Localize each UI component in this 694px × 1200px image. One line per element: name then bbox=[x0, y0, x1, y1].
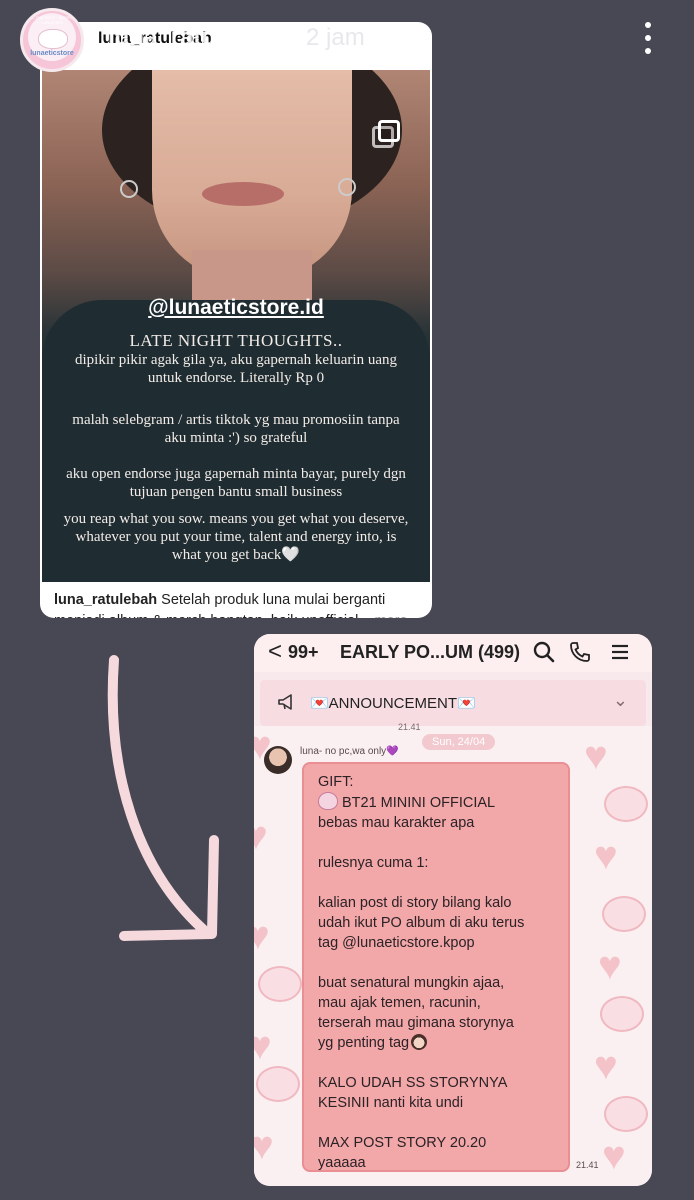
post-paragraph-4: you reap what you sow. means you get wha… bbox=[63, 511, 409, 563]
caption-username: luna_ratulebah bbox=[54, 592, 158, 608]
post-paragraph-2: malah selebgram / artis tiktok yg mau pr… bbox=[72, 412, 400, 446]
post-photo: @lunaeticstore.id LATE NIGHT THOUGHTS.. … bbox=[42, 70, 430, 582]
message-line bbox=[318, 873, 562, 893]
girl-emoji-icon bbox=[411, 1034, 428, 1050]
chat-screenshot: < 99+ EARLY PO...UM (499) ♥ ♥ ♥ ♥ ♥ ♥ ♥ … bbox=[254, 634, 652, 1186]
message-time: 21.41 bbox=[398, 722, 421, 732]
back-icon[interactable]: < bbox=[268, 638, 282, 666]
unread-count: 99+ bbox=[288, 642, 319, 662]
message-line: yaaaaa bbox=[318, 1155, 366, 1171]
message-line: kalian post di story bilang kalo bbox=[318, 895, 512, 911]
announcement-text: 💌ANNOUNCEMENT💌 bbox=[310, 695, 476, 712]
caption-more-link[interactable]: more bbox=[375, 613, 408, 618]
message-line: KALO UDAH SS STORYNYA bbox=[318, 1075, 508, 1091]
date-chip: Sun, 24/04 bbox=[422, 734, 496, 750]
phone-icon[interactable] bbox=[568, 640, 592, 664]
message-line: udah ikut PO album di aku terus bbox=[318, 915, 525, 931]
message-line: yg penting tag bbox=[318, 1033, 562, 1053]
message-line bbox=[318, 1113, 562, 1133]
message-line: MAX POST STORY 20.20 bbox=[318, 1135, 487, 1151]
megaphone-icon bbox=[278, 694, 292, 710]
menu-icon[interactable] bbox=[608, 640, 632, 664]
post-mention[interactable]: @lunaeticstore.id bbox=[42, 296, 430, 320]
chat-header: < 99+ EARLY PO...UM (499) bbox=[254, 634, 652, 672]
message-line: KESINII nanti kita undi bbox=[318, 1095, 464, 1111]
post-title-line: LATE NIGHT THOUGHTS.. bbox=[129, 331, 343, 350]
sender-avatar[interactable] bbox=[264, 746, 292, 774]
message-text: GIFT: BT21 MININI OFFICIAL bebas mau karak… bbox=[318, 772, 562, 1173]
post-paragraph-1: dipikir pikir agak gila ya, aku gapernah… bbox=[75, 352, 397, 386]
story-time: 2 jam bbox=[306, 24, 365, 51]
message-line bbox=[318, 953, 562, 973]
story-avatar[interactable]: SPILL THE FACT · SUPPORT · LUNAEVER luna… bbox=[20, 8, 84, 72]
message-time: 21.41 bbox=[576, 1160, 599, 1170]
search-icon[interactable] bbox=[532, 640, 556, 664]
bt21-emoji-icon bbox=[318, 792, 338, 810]
message-line: rulesnya cuma 1: bbox=[318, 855, 429, 871]
message-line bbox=[318, 1053, 562, 1073]
curved-arrow-icon bbox=[107, 655, 219, 941]
message-line: BT21 MININI OFFICIAL bbox=[318, 792, 562, 813]
message-line: bebas mau karakter apa bbox=[318, 815, 475, 831]
message-line: GIFT: bbox=[318, 774, 354, 790]
message-line: tag @lunaeticstore.kpop bbox=[318, 935, 475, 951]
sender-name: luna- no pc,wa only💜 bbox=[300, 746, 399, 757]
multiple-photos-icon bbox=[372, 120, 402, 150]
message-line: buat senatural mungkin ajaa, bbox=[318, 975, 505, 991]
message-line bbox=[318, 833, 562, 853]
message-bubble[interactable]: GIFT: BT21 MININI OFFICIAL bebas mau karak… bbox=[302, 762, 570, 1172]
more-vertical-icon[interactable] bbox=[636, 18, 660, 58]
post-paragraph-3: aku open endorse juga gapernah minta bay… bbox=[66, 466, 406, 500]
message-line: mau ajak temen, racunin, bbox=[318, 995, 481, 1011]
chat-title[interactable]: EARLY PO...UM (499) bbox=[340, 642, 520, 663]
announcement-bar[interactable]: 💌ANNOUNCEMENT💌 ⌄ bbox=[260, 680, 646, 726]
post-caption[interactable]: luna_ratulebah Setelah produk luna mulai… bbox=[54, 590, 424, 618]
message-line: terserah mau gimana storynya bbox=[318, 1015, 514, 1031]
reshared-post-card[interactable]: luna_ratulebah @lunaeticstore.id LATE NI… bbox=[40, 22, 432, 618]
story-username[interactable]: luna_ratulebah bbox=[108, 24, 279, 52]
chevron-down-icon[interactable]: ⌄ bbox=[613, 690, 628, 711]
